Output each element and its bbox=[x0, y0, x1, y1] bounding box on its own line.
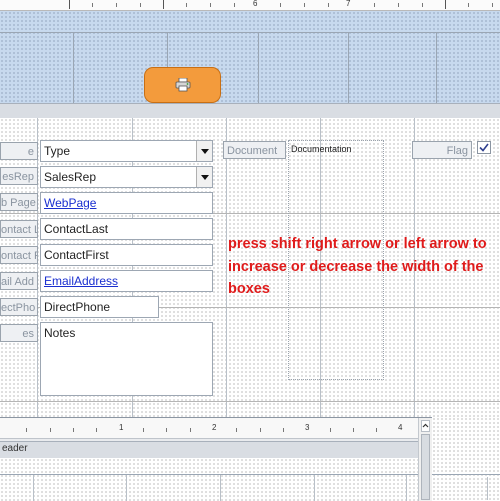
subform-scrollbar[interactable] bbox=[418, 418, 432, 501]
ruler-tick bbox=[304, 3, 305, 7]
contactfirst-label[interactable]: ontact Fi bbox=[0, 246, 38, 264]
type-label[interactable]: e bbox=[0, 142, 38, 160]
ruler-tick bbox=[468, 3, 469, 7]
scroll-up-button[interactable] bbox=[421, 420, 430, 432]
ruler-tick bbox=[210, 3, 211, 7]
notes-value: Notes bbox=[44, 326, 76, 340]
form-header-section[interactable] bbox=[0, 11, 500, 103]
documentation-value: Documentation bbox=[291, 144, 352, 154]
ruler-tick bbox=[280, 3, 281, 7]
chevron-down-icon[interactable] bbox=[196, 167, 212, 187]
horizontal-ruler[interactable]: 6 7 bbox=[0, 0, 500, 11]
ruler-tick bbox=[234, 3, 235, 7]
emailaddress-value[interactable]: EmailAddress bbox=[44, 274, 118, 288]
ruler-tick bbox=[398, 3, 399, 7]
directphone-field[interactable]: DirectPhone bbox=[40, 296, 159, 318]
ruler-tick bbox=[116, 3, 117, 7]
directphone-value: DirectPhone bbox=[44, 300, 111, 314]
check-icon bbox=[479, 143, 489, 152]
contactfirst-value: ContactFirst bbox=[44, 248, 109, 262]
ruler-number: 4 bbox=[398, 423, 403, 432]
contactfirst-field[interactable]: ContactFirst bbox=[40, 244, 213, 266]
contactlast-field[interactable]: ContactLast bbox=[40, 218, 213, 240]
document-label[interactable]: Document bbox=[223, 141, 286, 159]
contactlast-value: ContactLast bbox=[44, 222, 109, 236]
detail-section-bar[interactable] bbox=[0, 103, 500, 119]
flag-label[interactable]: Flag bbox=[412, 141, 472, 159]
scroll-thumb[interactable] bbox=[421, 434, 430, 500]
instruction-text: press shift right arrow or left arrow to… bbox=[228, 236, 487, 297]
print-button[interactable] bbox=[144, 67, 221, 103]
webpage-field[interactable]: WebPage bbox=[40, 192, 213, 214]
type-value: Type bbox=[44, 144, 71, 158]
chevron-down-icon[interactable] bbox=[196, 141, 212, 161]
flag-checkbox[interactable] bbox=[477, 141, 491, 154]
subform-body[interactable] bbox=[0, 458, 418, 501]
notes-field[interactable]: Notes bbox=[40, 322, 213, 396]
detail-section-right[interactable] bbox=[432, 417, 500, 500]
ruler-tick bbox=[69, 0, 70, 9]
ruler-tick bbox=[186, 3, 187, 7]
directphone-label[interactable]: ectPho bbox=[0, 298, 38, 316]
ruler-tick bbox=[92, 3, 93, 7]
subform-header-label: eader bbox=[2, 443, 28, 454]
ruler-tick bbox=[328, 3, 329, 7]
ruler-tick bbox=[492, 3, 493, 7]
ruler-tick bbox=[374, 3, 375, 7]
salesrep-value: SalesRep bbox=[44, 170, 97, 184]
ruler-tick bbox=[422, 3, 423, 7]
ruler-number: 1 bbox=[119, 423, 124, 432]
salesrep-combobox[interactable]: SalesRep bbox=[40, 166, 213, 188]
subform-ruler[interactable]: 1 2 3 4 bbox=[0, 418, 418, 439]
ruler-number: 2 bbox=[212, 423, 217, 432]
printer-icon bbox=[175, 78, 191, 92]
ruler-tick bbox=[163, 0, 164, 9]
salesrep-label[interactable]: esRep bbox=[0, 167, 38, 185]
type-combobox[interactable]: Type bbox=[40, 140, 213, 162]
webpage-value[interactable]: WebPage bbox=[44, 196, 96, 210]
notes-label[interactable]: es bbox=[0, 324, 38, 342]
ruler-number: 7 bbox=[346, 0, 351, 8]
contactlast-label[interactable]: ontact La bbox=[0, 220, 38, 238]
ruler-tick bbox=[445, 0, 446, 9]
subform-window[interactable]: 1 2 3 4 eader bbox=[0, 417, 432, 501]
chevron-up-icon bbox=[422, 423, 429, 428]
emailaddress-field[interactable]: EmailAddress bbox=[40, 270, 213, 292]
emailaddress-label[interactable]: ail Add bbox=[0, 272, 38, 290]
ruler-number: 3 bbox=[305, 423, 310, 432]
ruler-number: 6 bbox=[253, 0, 258, 8]
ruler-tick bbox=[140, 3, 141, 7]
webpage-label[interactable]: b Page bbox=[0, 193, 38, 211]
subform-header-bar[interactable]: eader bbox=[0, 441, 418, 459]
